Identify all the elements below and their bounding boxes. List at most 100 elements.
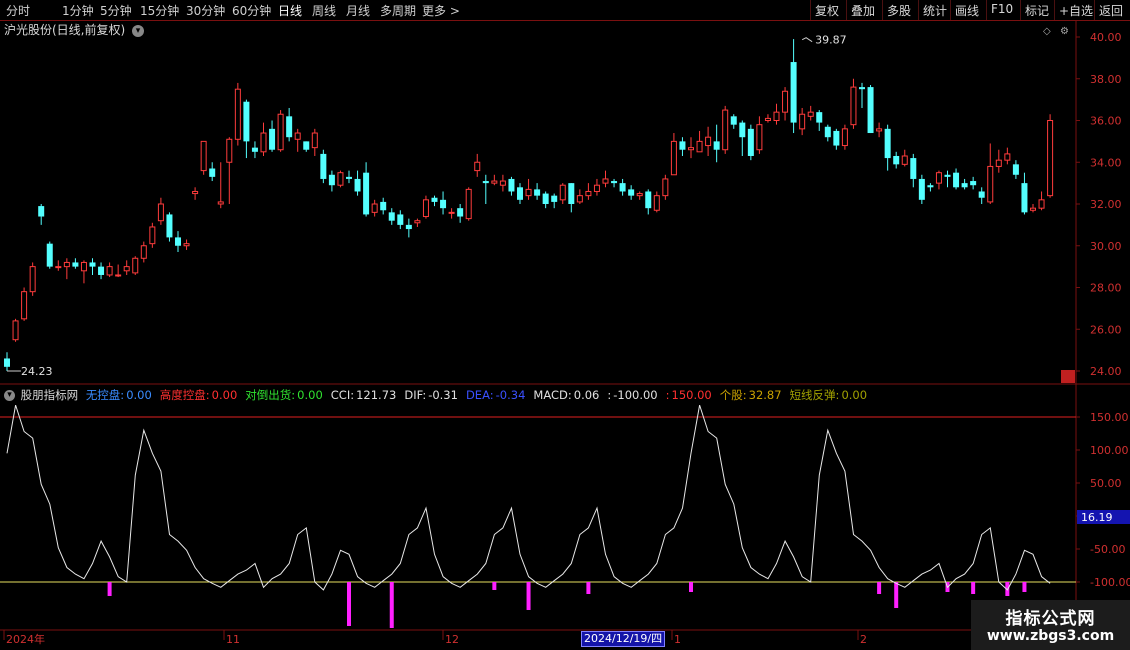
candle-body bbox=[576, 195, 583, 203]
magenta-spike bbox=[347, 582, 351, 626]
candle-body bbox=[978, 191, 985, 198]
candle bbox=[474, 153, 481, 177]
candle bbox=[901, 149, 908, 167]
price-tick-label: 38.00 bbox=[1090, 73, 1122, 86]
period-tab-more[interactable]: 更多 > bbox=[422, 2, 460, 19]
settings-icon: ⚙ bbox=[1060, 26, 1069, 37]
indicator-legend-label: CCI: bbox=[330, 388, 355, 402]
candle bbox=[970, 176, 977, 190]
candle bbox=[944, 170, 951, 188]
magenta-spike bbox=[107, 582, 112, 596]
period-tab-60min[interactable]: 60分钟 bbox=[232, 2, 271, 19]
candle-body bbox=[653, 195, 660, 211]
period-tab-multi[interactable]: 多周期 bbox=[380, 2, 416, 19]
period-tab-15min[interactable]: 15分钟 bbox=[140, 2, 179, 19]
period-tab-daily[interactable]: 日线 bbox=[278, 2, 302, 19]
indicator-legend-item: DIF: -0.31 bbox=[404, 388, 462, 402]
candle bbox=[482, 174, 489, 204]
candle bbox=[499, 174, 506, 192]
candle-body bbox=[397, 214, 404, 225]
period-tab-fenshi[interactable]: 分时 bbox=[6, 2, 30, 19]
candle bbox=[311, 128, 318, 156]
histogram-bar bbox=[260, 503, 268, 516]
candle-body bbox=[226, 138, 233, 163]
indicator-legend-label: 高度控盘: bbox=[159, 388, 210, 402]
candle-body bbox=[764, 117, 771, 121]
candle bbox=[175, 231, 181, 253]
indicator-title-bar: ▾ 股朋指标网 无控盘: 0.00 高度控盘: 0.00 对倒出货: 0.00 CCI: 12… bbox=[4, 387, 879, 403]
add-watchlist-button[interactable]: +自选 bbox=[1054, 0, 1094, 20]
candle bbox=[995, 149, 1002, 173]
price-tick-label: 30.00 bbox=[1090, 240, 1122, 253]
stats-button[interactable]: 统计 bbox=[918, 0, 950, 20]
fuquan-button[interactable]: 复权 bbox=[810, 0, 846, 20]
candle-body bbox=[465, 188, 472, 220]
period-tab-weekly[interactable]: 周线 bbox=[312, 2, 336, 19]
multi-stock-button[interactable]: 多股 bbox=[882, 0, 918, 20]
histogram-bar bbox=[140, 507, 148, 516]
histogram-bar bbox=[688, 513, 695, 516]
candle-body bbox=[611, 181, 618, 184]
indicator-tick-label: 50.00 bbox=[1090, 477, 1122, 490]
candle bbox=[927, 183, 934, 192]
candle bbox=[29, 262, 36, 296]
overlay-button[interactable]: 叠加 bbox=[846, 0, 882, 20]
histogram-bar bbox=[534, 516, 542, 520]
histogram-bar bbox=[696, 513, 704, 516]
candle bbox=[576, 189, 583, 204]
candle bbox=[431, 195, 438, 207]
candle bbox=[816, 110, 823, 131]
candle-body bbox=[893, 155, 900, 165]
candle bbox=[80, 260, 87, 284]
indicator-legend-value: 32.87 bbox=[748, 388, 782, 402]
price-tick-label: 32.00 bbox=[1090, 198, 1122, 211]
candle bbox=[183, 239, 190, 250]
badge-icon bbox=[1061, 370, 1075, 383]
back-button[interactable]: 返回 bbox=[1094, 0, 1130, 20]
candle-body bbox=[192, 190, 199, 195]
chevron-down-icon[interactable]: ▾ bbox=[4, 390, 15, 401]
candle bbox=[782, 87, 789, 121]
candle bbox=[328, 170, 335, 192]
period-tab-1min[interactable]: 1分钟 bbox=[62, 2, 94, 19]
candle-body bbox=[89, 262, 96, 267]
candle-body bbox=[824, 126, 831, 138]
histogram-bar bbox=[987, 492, 995, 516]
stock-title[interactable]: 沪光股份(日线,前复权) bbox=[4, 23, 125, 37]
f10-button[interactable]: F10 bbox=[986, 0, 1020, 20]
histogram-bar bbox=[764, 502, 772, 516]
candle-body bbox=[328, 174, 335, 186]
histogram-bar bbox=[935, 513, 943, 516]
price-tick-label: 34.00 bbox=[1090, 156, 1122, 169]
histogram-bar bbox=[63, 513, 71, 516]
histogram-bar bbox=[123, 513, 131, 516]
histogram-bar bbox=[508, 516, 516, 520]
candle bbox=[884, 124, 891, 171]
candle-body bbox=[320, 153, 327, 179]
period-tab-monthly[interactable]: 月线 bbox=[346, 2, 370, 19]
candle bbox=[679, 137, 686, 156]
histogram-bar bbox=[611, 516, 619, 520]
period-tab-30min[interactable]: 30分钟 bbox=[186, 2, 225, 19]
histogram-bar bbox=[363, 516, 371, 528]
candle-body bbox=[80, 261, 87, 272]
mark-button[interactable]: 标记 bbox=[1020, 0, 1054, 20]
candle bbox=[422, 195, 429, 219]
histogram-bar bbox=[662, 504, 670, 516]
current-value-label: 16.19 bbox=[1081, 511, 1113, 524]
price-tick-label: 28.00 bbox=[1090, 282, 1122, 295]
indicator-legend-item: 高度控盘: 0.00 bbox=[160, 388, 241, 402]
candle bbox=[910, 153, 917, 188]
histogram-bar bbox=[422, 504, 430, 516]
indicator-name[interactable]: 股朋指标网 bbox=[21, 388, 79, 402]
histogram-bar bbox=[294, 513, 302, 516]
candle bbox=[670, 133, 677, 176]
candle bbox=[380, 197, 387, 215]
period-tab-5min[interactable]: 5分钟 bbox=[100, 2, 132, 19]
histogram-bar bbox=[80, 513, 88, 516]
candle-body bbox=[953, 172, 960, 188]
candle bbox=[918, 174, 925, 204]
histogram-bar bbox=[918, 516, 926, 522]
chevron-down-icon[interactable]: ▾ bbox=[132, 24, 145, 37]
draw-line-button[interactable]: 画线 bbox=[950, 0, 986, 20]
